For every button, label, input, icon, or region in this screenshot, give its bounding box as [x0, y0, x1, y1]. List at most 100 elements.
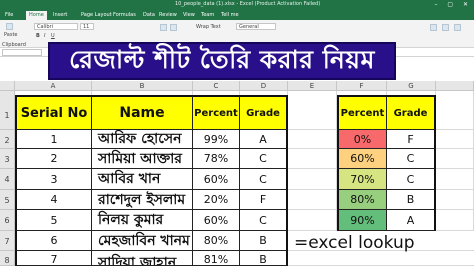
column-header-e[interactable]: E — [288, 81, 337, 91]
table-cell-percent[interactable]: 80% — [193, 231, 240, 251]
cell-h4[interactable] — [436, 169, 474, 190]
column-header-a[interactable]: A — [15, 81, 92, 91]
table-cell-serial[interactable]: 2 — [15, 149, 92, 169]
number-format-select[interactable]: General — [236, 23, 276, 30]
column-header-g[interactable]: G — [387, 81, 436, 91]
wrap-text-button[interactable]: Wrap Text — [196, 24, 221, 30]
lookup-cell-percent[interactable]: 0% — [337, 130, 387, 149]
quick-access-toolbar[interactable] — [4, 2, 30, 17]
table-cell-percent[interactable]: 60% — [193, 210, 240, 231]
table-cell-percent[interactable]: 20% — [193, 190, 240, 210]
cell-e6[interactable] — [288, 210, 337, 231]
table-cell-serial[interactable]: 6 — [15, 231, 92, 251]
select-all-corner[interactable] — [0, 81, 15, 91]
cell-e1[interactable] — [288, 91, 337, 130]
lookup-cell-grade[interactable]: F — [387, 130, 436, 149]
table-cell-grade[interactable]: C — [240, 169, 288, 190]
cell-e5[interactable] — [288, 190, 337, 210]
delete-cells-icon[interactable] — [442, 24, 449, 31]
table-cell-grade[interactable]: F — [240, 190, 288, 210]
table-cell-serial[interactable]: 7 — [15, 251, 92, 266]
tab-review[interactable]: Review — [156, 11, 180, 20]
table-cell-name[interactable]: সাদিয়া জাহান — [92, 251, 193, 266]
table-cell-serial[interactable]: 5 — [15, 210, 92, 231]
bold-button[interactable]: B — [36, 33, 40, 39]
tab-formulas[interactable]: Formulas — [110, 11, 139, 20]
lookup-header-grade[interactable]: Grade — [387, 95, 436, 130]
row-header-2[interactable]: 2 — [0, 130, 15, 149]
lookup-cell-grade[interactable]: C — [387, 169, 436, 190]
tab-team[interactable]: Team — [198, 11, 217, 20]
table-cell-name[interactable]: নিলয় কুমার — [92, 210, 193, 231]
lookup-cell-grade[interactable]: A — [387, 210, 436, 231]
lookup-cell-percent[interactable]: 80% — [337, 190, 387, 210]
table-cell-serial[interactable]: 3 — [15, 169, 92, 190]
header-percent[interactable]: Percent — [193, 95, 240, 130]
lookup-cell-percent[interactable]: 90% — [337, 210, 387, 231]
cell-h6[interactable] — [436, 210, 474, 231]
column-header-d[interactable]: D — [240, 81, 288, 91]
column-header-f[interactable]: F — [337, 81, 387, 91]
tab-insert[interactable]: Insert — [50, 11, 70, 20]
cell-h5[interactable] — [436, 190, 474, 210]
lookup-cell-grade[interactable]: C — [387, 149, 436, 169]
column-header-b[interactable]: B — [92, 81, 193, 91]
table-cell-name[interactable]: আরিফ হোসেন — [92, 130, 193, 149]
table-cell-grade[interactable]: A — [240, 130, 288, 149]
cell-e8-h8[interactable] — [288, 251, 474, 266]
name-box[interactable] — [2, 49, 42, 56]
title-bar: 10_people_data (1).xlsx - Excel (Product… — [0, 0, 474, 17]
row-header-1[interactable]: 1 — [0, 91, 15, 130]
cell-h2[interactable] — [436, 130, 474, 149]
table-cell-percent[interactable]: 60% — [193, 169, 240, 190]
table-cell-name[interactable]: আবির খান — [92, 169, 193, 190]
paste-icon[interactable] — [6, 23, 13, 30]
lookup-cell-percent[interactable]: 60% — [337, 149, 387, 169]
insert-cells-icon[interactable] — [430, 24, 437, 31]
row-header-6[interactable]: 6 — [0, 210, 15, 231]
table-cell-grade[interactable]: C — [240, 149, 288, 169]
underline-button[interactable]: U — [51, 33, 55, 39]
row-header-4[interactable]: 4 — [0, 169, 15, 190]
lookup-header-percent[interactable]: Percent — [337, 95, 387, 130]
row-header-8[interactable]: 8 — [0, 251, 15, 266]
tab-file[interactable]: File — [2, 11, 16, 20]
table-cell-name[interactable]: সামিয়া আক্তার — [92, 149, 193, 169]
table-cell-grade[interactable]: C — [240, 210, 288, 231]
cell-e4[interactable] — [288, 169, 337, 190]
tab-view[interactable]: View — [180, 11, 198, 20]
row-header-5[interactable]: 5 — [0, 190, 15, 210]
row-header-7[interactable]: 7 — [0, 231, 15, 251]
align-icon[interactable] — [160, 24, 167, 31]
cell-e3[interactable] — [288, 149, 337, 169]
column-header-h[interactable] — [436, 81, 474, 91]
orientation-icon[interactable] — [170, 24, 177, 31]
format-cells-icon[interactable] — [454, 24, 461, 31]
lookup-cell-grade[interactable]: B — [387, 190, 436, 210]
table-cell-serial[interactable]: 4 — [15, 190, 92, 210]
cell-h1[interactable] — [436, 91, 474, 130]
table-cell-grade[interactable]: B — [240, 251, 288, 266]
table-cell-percent[interactable]: 81% — [193, 251, 240, 266]
table-cell-percent[interactable]: 99% — [193, 130, 240, 149]
italic-button[interactable]: I — [44, 33, 45, 39]
header-name[interactable]: Name — [92, 95, 193, 130]
table-cell-percent[interactable]: 78% — [193, 149, 240, 169]
header-serial-no[interactable]: Serial No — [15, 95, 92, 130]
tab-home[interactable]: Home — [26, 11, 47, 20]
lookup-cell-percent[interactable]: 70% — [337, 169, 387, 190]
table-cell-serial[interactable]: 1 — [15, 130, 92, 149]
tab-tell-me[interactable]: Tell me — [218, 11, 242, 20]
table-cell-name[interactable]: রাশেদুল ইসলাম — [92, 190, 193, 210]
window-controls[interactable]: – ▢ ✕ — [434, 1, 472, 8]
table-cell-grade[interactable]: B — [240, 231, 288, 251]
cell-h3[interactable] — [436, 149, 474, 169]
paste-button[interactable]: Paste — [4, 32, 18, 38]
header-grade[interactable]: Grade — [240, 95, 288, 130]
column-header-c[interactable]: C — [193, 81, 240, 91]
font-name-select[interactable]: Calibri — [34, 23, 78, 30]
row-header-3[interactable]: 3 — [0, 149, 15, 169]
cell-e2[interactable] — [288, 130, 337, 149]
table-cell-name[interactable]: মেহজাবিন খানম — [92, 231, 193, 251]
font-size-select[interactable]: 11 — [80, 23, 94, 30]
